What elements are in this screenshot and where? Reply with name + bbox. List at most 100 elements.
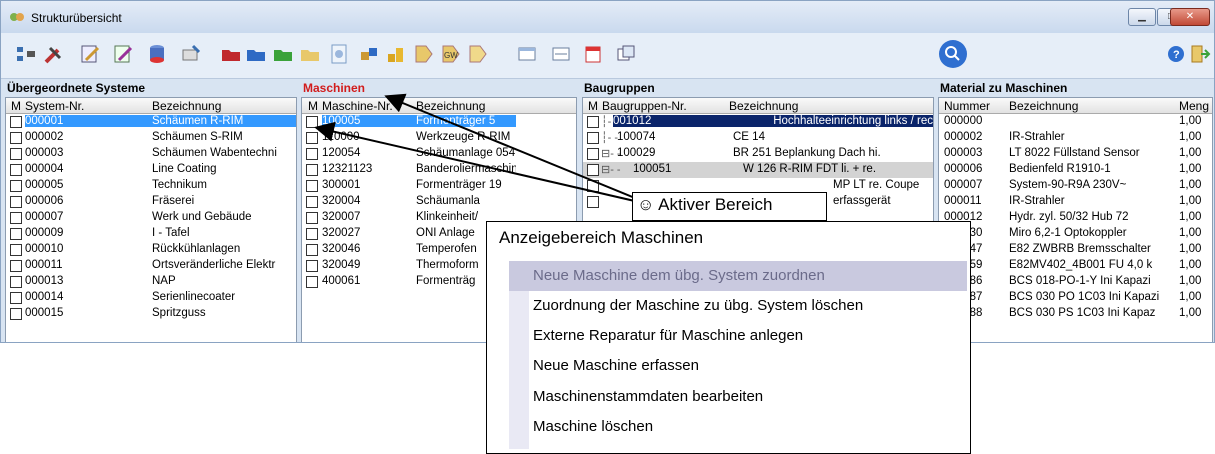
row-checkbox[interactable] (306, 180, 318, 192)
table-row[interactable]: 000002 Schäumen S-RIM (6, 130, 296, 146)
row-checkbox[interactable] (10, 244, 22, 256)
wizard-icon[interactable] (327, 42, 351, 66)
table-row[interactable]: 300001 Formenträger 19 (302, 178, 576, 194)
row-checkbox[interactable] (306, 260, 318, 272)
table-row[interactable]: 000010 Rückkühlanlagen (6, 242, 296, 258)
row-checkbox[interactable] (306, 148, 318, 160)
table-row[interactable]: 000000 1,00 (939, 114, 1212, 130)
tree-row[interactable]: ⊟- -100029 BR 251 Beplankung Dach hi. (583, 146, 933, 162)
edit2-icon[interactable] (111, 42, 135, 66)
tree-row[interactable]: ┆- -001012 Hochhalteeinrichtung links / r… (583, 114, 933, 130)
row-checkbox[interactable] (587, 148, 599, 160)
row-checkbox[interactable] (10, 276, 22, 288)
row-checkbox[interactable] (587, 196, 599, 208)
folder-red-icon[interactable] (219, 42, 243, 66)
table-row[interactable]: 000015 Spritzguss (6, 306, 296, 322)
col-maschine-nr[interactable]: Maschine-Nr. (322, 99, 393, 113)
col-m[interactable]: M (588, 99, 598, 113)
hierarchy-icon[interactable] (14, 42, 38, 66)
exit-icon[interactable] (1187, 42, 1211, 66)
tag-icon[interactable] (412, 42, 436, 66)
col-bezeichnung[interactable]: Bezeichnung (416, 99, 485, 113)
table-row[interactable]: 000003 LT 8022 Füllstand Sensor 1,00 (939, 146, 1212, 162)
puzzle-icon[interactable] (357, 42, 381, 66)
search-icon[interactable] (937, 38, 969, 70)
col-m[interactable]: M (308, 99, 318, 113)
menu-item[interactable]: Zuordnung der Maschine zu übg. System lö… (509, 291, 967, 321)
table-row[interactable]: 000013 NAP (6, 274, 296, 290)
table-row[interactable]: 000086BCS 018-PO-1-Y Ini Kapazi1,00 (939, 274, 1212, 290)
close-button[interactable]: ✕ (1170, 8, 1210, 26)
row-checkbox[interactable] (306, 164, 318, 176)
table-row[interactable]: 000002 IR-Strahler 1,00 (939, 130, 1212, 146)
row-checkbox[interactable] (306, 212, 318, 224)
row-checkbox[interactable] (10, 308, 22, 320)
row-checkbox[interactable] (587, 164, 599, 176)
table-row[interactable]: 000004 Line Coating (6, 162, 296, 178)
minimize-button[interactable]: ▁ (1128, 8, 1156, 26)
window-icon[interactable] (515, 42, 539, 66)
table-row[interactable]: 000006 Bedienfeld R1910-1 1,00 (939, 162, 1212, 178)
table-row[interactable]: 000014 Serienlinecoater (6, 290, 296, 306)
table-row[interactable]: 000003 Schäumen Wabentechni (6, 146, 296, 162)
table-row[interactable]: 12321123 Banderoliermaschine I (302, 162, 576, 178)
row-checkbox[interactable] (587, 132, 599, 144)
tag2-icon[interactable] (466, 42, 490, 66)
row-checkbox[interactable] (306, 116, 318, 128)
calendar-icon[interactable] (581, 42, 605, 66)
row-checkbox[interactable] (10, 164, 22, 176)
tree-row[interactable]: ⊟- - 100051 W 126 R-RIM FDT li. + re. (583, 162, 933, 178)
col-bezeichnung[interactable]: Bezeichnung (152, 99, 221, 113)
row-checkbox[interactable] (10, 116, 22, 128)
table-row[interactable]: 000005 Technikum (6, 178, 296, 194)
menu-item[interactable]: Neue Maschine erfassen (509, 351, 967, 381)
table-row[interactable]: 000087BCS 030 PO 1C03 Ini Kapazi1,00 (939, 290, 1212, 306)
table-row[interactable]: 000011 IR-Strahler 1,00 (939, 194, 1212, 210)
col-nummer[interactable]: Nummer (944, 99, 990, 113)
menu-item[interactable]: Maschinenstammdaten bearbeiten (509, 382, 967, 412)
window2-icon[interactable] (549, 42, 573, 66)
row-checkbox[interactable] (587, 180, 599, 192)
col-bezeichnung[interactable]: Bezeichnung (729, 99, 798, 113)
menu-item[interactable]: Externe Reparatur für Maschine anlegen (509, 321, 967, 351)
table-row[interactable]: 000007 Werk und Gebäude (6, 210, 296, 226)
table-row[interactable]: 110000 Werkzeuge R-RIM (302, 130, 576, 146)
row-checkbox[interactable] (10, 292, 22, 304)
table-row[interactable]: 000011 Ortsveränderliche Elektr (6, 258, 296, 274)
folder-open-icon[interactable] (298, 42, 322, 66)
row-checkbox[interactable] (306, 196, 318, 208)
folder-green-icon[interactable] (271, 42, 295, 66)
table-row[interactable]: 000047E82 ZWBRB Bremsschalter1,00 (939, 242, 1212, 258)
copy-icon[interactable] (614, 42, 638, 66)
row-checkbox[interactable] (10, 148, 22, 160)
table-row[interactable]: 100005 Formenträger 5 (302, 114, 576, 130)
database-icon[interactable] (145, 42, 169, 66)
table-row[interactable]: 120054 Schäumanlage 054 (302, 146, 576, 162)
col-system-nr[interactable]: System-Nr. (25, 99, 84, 113)
row-checkbox[interactable] (10, 180, 22, 192)
row-checkbox[interactable] (10, 260, 22, 272)
row-checkbox[interactable] (10, 228, 22, 240)
row-checkbox[interactable] (306, 132, 318, 144)
tree-row[interactable]: ┆- -100074 CE 14 (583, 130, 933, 146)
table-row[interactable]: 000059E82MV402_4B001 FU 4,0 k1,00 (939, 258, 1212, 274)
table-row[interactable]: 000012 Hydr. zyl. 50/32 Hub 72 1,00 (939, 210, 1212, 226)
coins-icon[interactable] (384, 42, 408, 66)
row-checkbox[interactable] (587, 116, 599, 128)
brush-icon[interactable] (179, 42, 203, 66)
row-checkbox[interactable] (306, 276, 318, 288)
table-row[interactable]: 000009 I - Tafel (6, 226, 296, 242)
table-row[interactable]: 000030Miro 6,2-1 Optokoppler1,00 (939, 226, 1212, 242)
table-row[interactable]: 000006 Fräserei (6, 194, 296, 210)
menu-item[interactable]: Neue Maschine dem übg. System zuordnen (509, 261, 967, 291)
col-baugruppen-nr[interactable]: Baugruppen-Nr. (602, 99, 687, 113)
table-row[interactable]: 000007 System-90-R9A 230V~ 1,00 (939, 178, 1212, 194)
row-checkbox[interactable] (306, 244, 318, 256)
col-bezeichnung[interactable]: Bezeichnung (1009, 99, 1078, 113)
row-checkbox[interactable] (10, 132, 22, 144)
edit-icon[interactable] (78, 42, 102, 66)
row-checkbox[interactable] (306, 228, 318, 240)
folder-blue-icon[interactable] (244, 42, 268, 66)
table-row[interactable]: 000001 Schäumen R-RIM (6, 114, 296, 130)
table-row[interactable]: 000088BCS 030 PS 1C03 Ini Kapaz1,00 (939, 306, 1212, 322)
